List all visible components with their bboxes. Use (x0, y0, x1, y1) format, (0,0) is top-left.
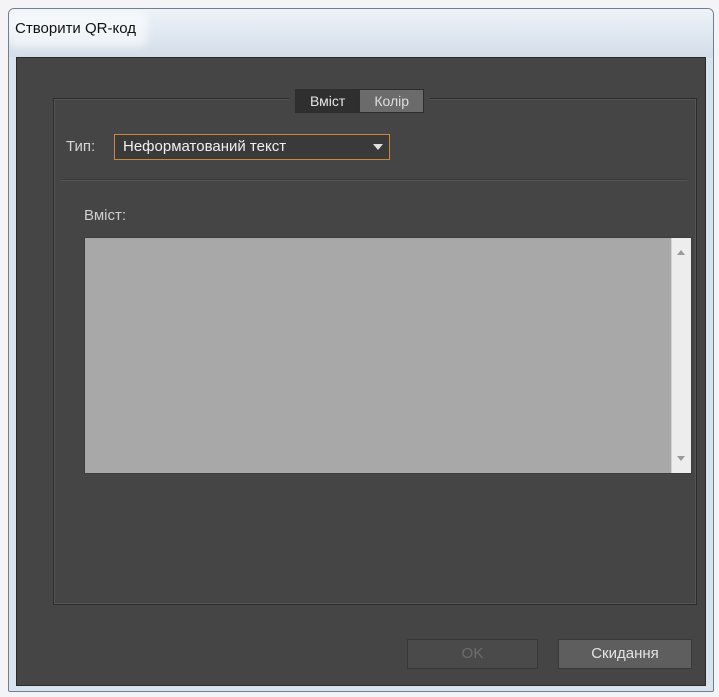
ok-button[interactable]: OK (407, 639, 538, 669)
type-dropdown-value: Неформатований текст (123, 138, 287, 155)
type-label: Тип: (66, 138, 96, 155)
chevron-down-icon (373, 144, 383, 150)
window-title: Створити QR-код (13, 17, 142, 41)
content-textarea[interactable] (85, 238, 640, 473)
scroll-up-icon[interactable] (677, 250, 685, 255)
type-dropdown[interactable]: Неформатований текст (114, 134, 390, 160)
cancel-button[interactable]: Скидання (558, 639, 692, 669)
tab-color[interactable]: Колір (360, 89, 425, 113)
content-label: Вміст: (84, 207, 127, 224)
content-scrollbar[interactable] (671, 238, 691, 473)
tab-content[interactable]: Вміст (295, 89, 361, 113)
dialog-body: Вміст Колір Тип: Неформатований текст Вм… (16, 57, 706, 686)
scroll-down-icon[interactable] (677, 456, 685, 461)
separator-line (61, 179, 687, 181)
qr-code-dialog-window: Створити QR-код Вміст Колір Тип: Неформа… (8, 8, 714, 692)
content-text-box (84, 237, 692, 474)
tab-bar: Вміст Колір (289, 89, 431, 113)
title-bar[interactable]: Створити QR-код (9, 9, 713, 57)
